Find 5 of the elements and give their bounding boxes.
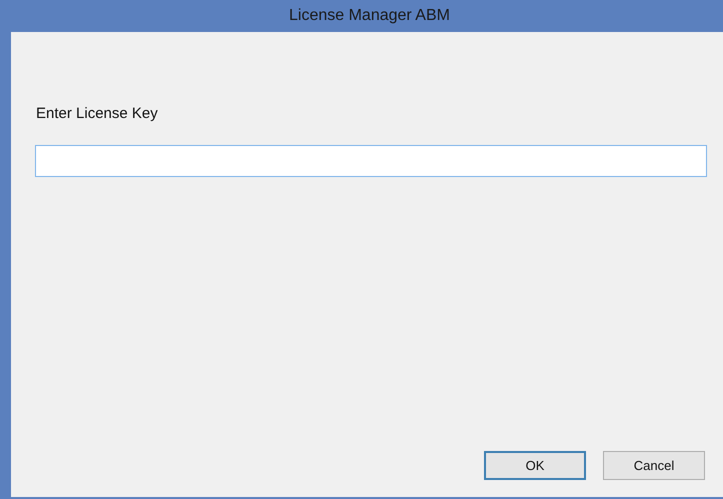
dialog-button[interactable]: Cancel	[603, 451, 705, 480]
dialog-button[interactable]: OK	[484, 451, 586, 480]
window-title: License Manager ABM	[288, 6, 450, 26]
field-label: Enter License Key	[36, 105, 158, 122]
license-key-field[interactable]	[35, 145, 707, 177]
